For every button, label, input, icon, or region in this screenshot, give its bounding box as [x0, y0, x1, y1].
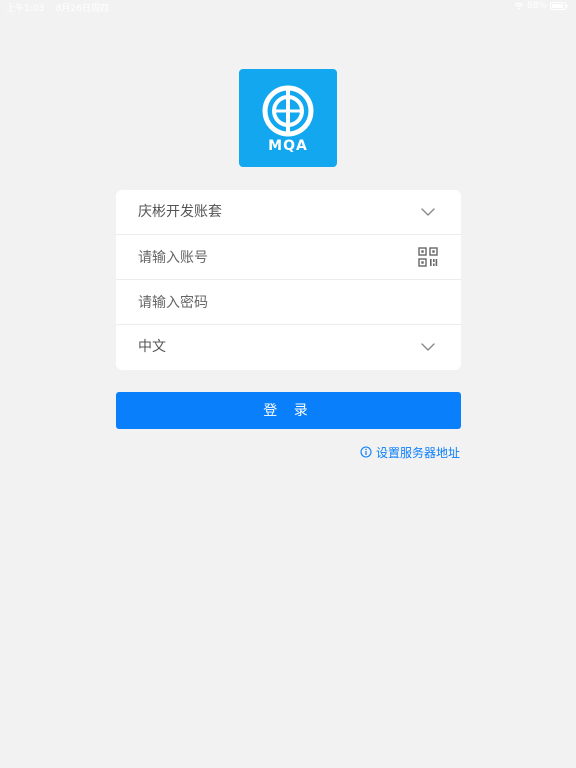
password-row: [116, 280, 461, 325]
chevron-down-icon[interactable]: [417, 336, 439, 358]
info-icon: [360, 446, 372, 458]
language-value: 中文: [138, 339, 166, 355]
login-button[interactable]: 登 录: [116, 392, 461, 429]
account-input[interactable]: [138, 235, 408, 280]
battery-percent: 88%: [526, 1, 547, 11]
logo-text: MQA: [268, 138, 308, 154]
account-row: [116, 235, 461, 280]
login-form: 庆彬开发账套 中文: [116, 190, 461, 370]
server-link-label: 设置服务器地址: [375, 445, 460, 460]
status-left: 上午1:03 8月26日周四: [6, 1, 109, 14]
app-logo: MQA: [239, 69, 337, 167]
account-set-value: 庆彬开发账套: [138, 204, 222, 220]
chevron-down-icon[interactable]: [417, 201, 439, 223]
wifi-icon: [514, 2, 524, 10]
battery-icon: [550, 2, 568, 10]
password-input[interactable]: [138, 280, 408, 325]
status-right: 88%: [514, 1, 568, 11]
qr-code-icon[interactable]: [417, 246, 439, 268]
language-select[interactable]: 中文: [116, 325, 461, 370]
status-time: 上午1:03: [6, 4, 45, 14]
set-server-address-link[interactable]: 设置服务器地址: [360, 444, 460, 460]
status-bar: 上午1:03 8月26日周四 88%: [0, 0, 576, 14]
account-set-select[interactable]: 庆彬开发账套: [116, 190, 461, 235]
status-date: 8月26日周四: [55, 4, 109, 14]
